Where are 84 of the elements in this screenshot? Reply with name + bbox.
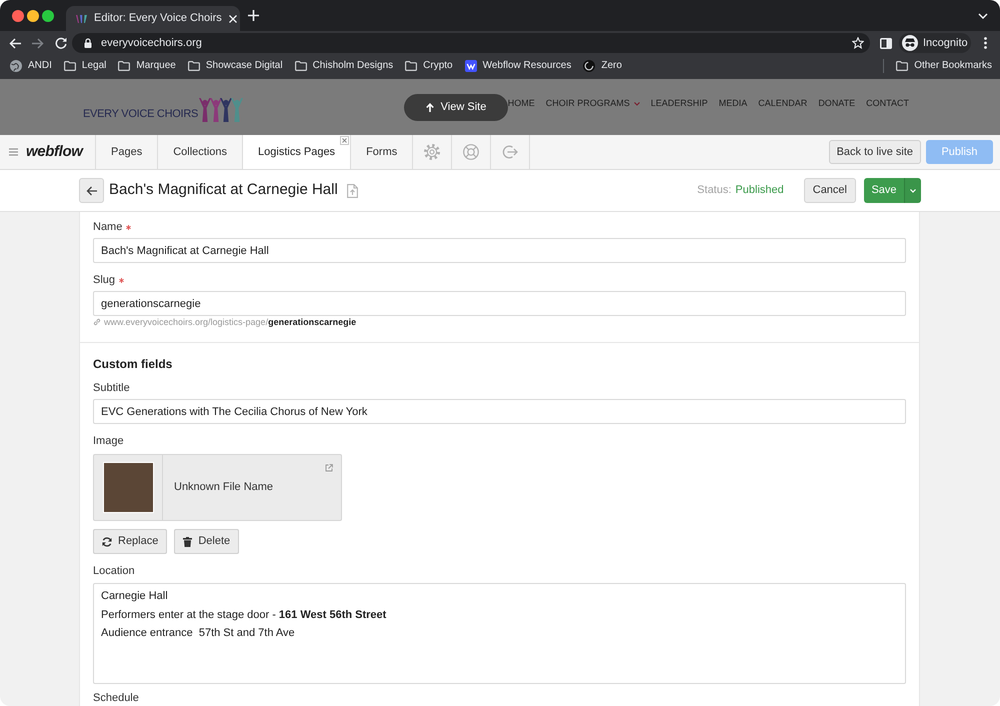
image-field[interactable]: Unknown File Name — [93, 454, 342, 521]
text-line: Audience entrance 57th St and 7th Ave — [101, 626, 295, 641]
slanted-bars-icon — [76, 14, 87, 22]
close-window-icon[interactable] — [12, 10, 24, 22]
editor-tab[interactable]: Pages — [96, 135, 158, 169]
bookmark-item[interactable]: Crypto — [405, 58, 453, 73]
nav-link[interactable]: CALENDAR — [758, 97, 808, 111]
text-line: Performers enter at the stage door - 161 West 56th Street — [101, 608, 386, 622]
item-title: Bach's Magnificat at Carnegie Hall — [109, 180, 338, 200]
text-input[interactable]: Bach's Magnificat at Carnegie Hall — [93, 238, 906, 263]
file-name: Unknown File Name — [174, 480, 274, 496]
status-label: Status: — [697, 183, 732, 198]
bookmark-item[interactable]: Legal — [64, 58, 106, 73]
nav-link[interactable]: CHOIR PROGRAMS — [546, 97, 640, 111]
more-icon[interactable] — [984, 37, 987, 49]
section-title: Custom fields — [93, 357, 172, 371]
globe-icon — [10, 60, 22, 72]
rich-text-field[interactable]: Carnegie Hall Performers enter at the stage door - 161 West 56th Street Audience entrance 57th St and 7th Ave — [93, 583, 906, 684]
menu-icon[interactable] — [9, 148, 18, 156]
star-icon[interactable] — [852, 37, 864, 49]
replace-button[interactable]: Replace — [93, 529, 168, 554]
logo-wordmark: webflow — [26, 142, 83, 162]
editor-tab[interactable]: Logistics Pages — [243, 135, 352, 169]
folder-icon — [64, 60, 76, 70]
text-input[interactable]: generationscarnegie — [93, 291, 906, 316]
zigzag-tile-icon — [464, 60, 477, 72]
field-label: Name — [93, 220, 122, 234]
status-value: Published — [735, 183, 784, 198]
forward-icon[interactable] — [32, 38, 44, 48]
side-panel-icon[interactable] — [880, 38, 892, 48]
minimize-window-icon[interactable] — [27, 10, 39, 22]
address-bar[interactable]: everyvoicechoirs.org — [72, 33, 870, 53]
folder-icon — [294, 60, 307, 70]
field-label: Location — [93, 564, 135, 578]
profile-button[interactable]: Incognito — [899, 33, 971, 53]
zoom-window-icon[interactable] — [42, 10, 54, 22]
field-label: Image — [93, 434, 124, 448]
link-icon — [93, 318, 101, 326]
delete-button[interactable]: Delete — [174, 529, 240, 554]
nav-link[interactable]: LEADERSHIP — [650, 97, 708, 111]
view-site-button[interactable]: View Site — [404, 94, 508, 121]
bookmark-item[interactable]: Chisholm Designs — [294, 58, 394, 73]
chevron-down-icon[interactable] — [978, 12, 988, 18]
refresh-icon — [102, 536, 112, 546]
folder-icon — [405, 60, 418, 70]
back-icon[interactable] — [9, 38, 21, 48]
back-to-live-site-button[interactable]: Back to live site — [828, 140, 921, 164]
bookmark-item[interactable]: Showcase Digital — [188, 58, 283, 73]
bookmark-item[interactable]: Zero — [583, 58, 622, 73]
caret-down-icon — [634, 102, 640, 106]
save-options-button[interactable] — [904, 178, 921, 203]
url-preview: www.everyvoicechoirs.org/logistics-page/generationscarnegie — [104, 317, 356, 327]
folder-icon — [188, 60, 200, 70]
bookmark-item[interactable]: Marquee — [118, 58, 176, 73]
back-icon — [86, 186, 97, 196]
lock-icon — [84, 38, 92, 48]
nav-link[interactable]: CONTACT — [866, 97, 909, 111]
trash-icon — [183, 536, 192, 546]
bookmark-item[interactable]: Webflow Resources — [464, 58, 572, 73]
text-line: Carnegie Hall — [101, 589, 168, 604]
people-figures-icon — [198, 98, 244, 122]
bookmark-item[interactable]: ANDI — [10, 58, 52, 73]
incognito-icon — [902, 35, 918, 51]
nav-link[interactable]: HOME — [508, 97, 535, 111]
reload-icon[interactable] — [55, 37, 67, 49]
photo-placeholder — [102, 462, 154, 513]
caret-down-icon — [910, 188, 916, 192]
cancel-button[interactable]: Cancel — [804, 178, 856, 203]
nav-link[interactable]: MEDIA — [718, 97, 748, 111]
field-label: Schedule — [93, 691, 139, 705]
field-label: Slug — [93, 273, 116, 287]
field-label: Subtitle — [93, 381, 130, 395]
bookmark-item[interactable]: Other Bookmarks — [896, 58, 992, 73]
logo-text: EVERY VOICE CHOIRS — [83, 108, 198, 120]
new-tab-icon[interactable] — [248, 10, 259, 21]
folder-icon — [118, 60, 130, 70]
back-button[interactable] — [79, 178, 104, 203]
text-input[interactable]: EVC Generations with The Cecilia Chorus of New York — [93, 399, 906, 424]
ring-icon — [583, 60, 596, 72]
browser-tab[interactable]: Editor: Every Voice Choirs — [66, 6, 240, 31]
nav-link[interactable]: DONATE — [818, 97, 856, 111]
up-arrow-icon — [426, 103, 434, 112]
editor-tab[interactable]: Forms — [351, 135, 414, 169]
folder-icon — [896, 60, 908, 70]
